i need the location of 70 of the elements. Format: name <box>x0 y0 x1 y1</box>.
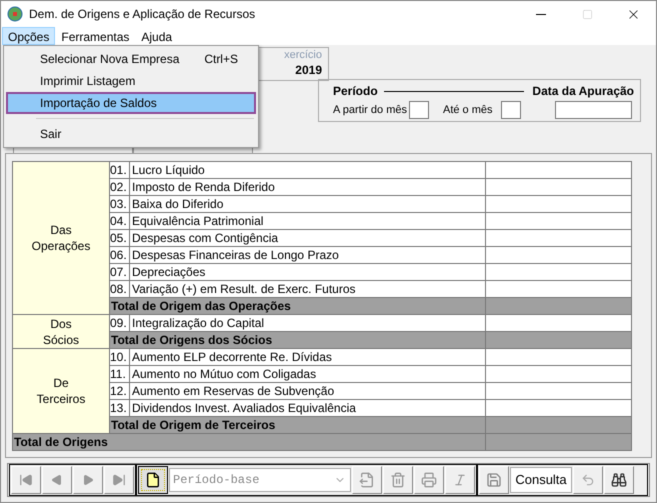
subtotal-label: Total de Origens dos Sócios <box>110 332 486 348</box>
first-icon <box>19 473 33 487</box>
to-month-label: Até o mês <box>442 102 493 118</box>
period-title: Período <box>333 83 378 100</box>
group-label: Dos Sócios <box>42 316 79 348</box>
period-combo[interactable]: Período-base <box>169 468 351 492</box>
italic-icon <box>453 473 467 487</box>
previous-icon <box>51 474 63 486</box>
value-cell[interactable] <box>486 314 632 332</box>
value-cell[interactable] <box>486 366 632 382</box>
menu-item[interactable]: Sair <box>6 123 256 145</box>
row-label: Aumento ELP decorrente Re. Dívidas <box>130 348 486 366</box>
maximize-icon <box>582 8 592 20</box>
menu-item[interactable]: Imprimir Listagem <box>6 70 256 92</box>
row-label: Lucro Líquido <box>130 162 486 178</box>
date-title: Data da Apuração <box>532 83 634 100</box>
value-cell[interactable] <box>486 230 632 246</box>
undo-icon <box>581 473 595 487</box>
value-cell[interactable] <box>486 162 632 178</box>
value-cell[interactable] <box>486 178 632 196</box>
mode-field: Consulta <box>510 467 572 493</box>
document-icon <box>145 472 161 488</box>
row-label: Dividendos Invest. Avaliados Equivalência <box>130 400 486 416</box>
from-month-label: A partir do mês <box>333 102 407 118</box>
value-cell[interactable] <box>486 196 632 212</box>
search-icon <box>611 472 627 488</box>
group-label: De Terceiros <box>36 375 86 407</box>
menu-bar-item[interactable]: Ajuda <box>135 27 178 45</box>
subtotal-label: Total de Origem das Operações <box>110 298 486 314</box>
print-icon <box>421 472 437 488</box>
from-month-field[interactable] <box>408 101 429 119</box>
value-cell[interactable] <box>486 264 632 280</box>
value-cell[interactable] <box>486 348 632 366</box>
menu-item[interactable]: Selecionar Nova Empresa Ctrl+S <box>6 48 256 70</box>
value-cell[interactable] <box>486 400 632 416</box>
value-cell[interactable] <box>486 382 632 400</box>
row-label: Baixa do Diferido <box>130 196 486 212</box>
search-button[interactable] <box>604 466 634 494</box>
row-label: Integralização do Capital <box>130 314 486 332</box>
row-label: Aumento no Mútuo com Coligadas <box>130 366 486 382</box>
to-month-field[interactable] <box>500 101 521 119</box>
value-cell[interactable] <box>486 212 632 230</box>
row-label: Aumento em Reservas de Subvenção <box>130 382 486 400</box>
row-label: Imposto de Renda Diferido <box>130 178 486 196</box>
last-icon <box>112 473 126 487</box>
value-cell[interactable] <box>486 280 632 298</box>
window-title: Dem. de Origens e Aplicação de Recursos <box>29 6 256 23</box>
grand-total-label: Total de Origens <box>12 434 486 450</box>
menu-bar-item[interactable]: Ferramentas <box>55 27 136 45</box>
new-record-button[interactable] <box>138 466 168 494</box>
row-number: 01. <box>110 162 130 178</box>
exercise-label: xercício <box>284 48 322 62</box>
value-cell[interactable] <box>486 246 632 264</box>
trash-icon <box>390 472 406 488</box>
period-placeholder: Período-base <box>172 472 260 489</box>
group-label: Das Operações <box>32 222 90 254</box>
date-field[interactable] <box>555 101 632 119</box>
next-icon <box>82 474 94 486</box>
save-icon <box>486 472 502 488</box>
row-label: Variação (+) em Result. de Exerc. Futuros <box>130 280 486 298</box>
menu-bar-item[interactable]: Opções <box>2 27 56 45</box>
export-icon <box>359 472 375 488</box>
menu-item[interactable]: Importação de Saldos <box>6 92 256 114</box>
exercise-year: 2019 <box>295 62 322 78</box>
app-icon <box>7 6 23 22</box>
row-label: Despesas Financeiras de Longo Prazo <box>130 246 486 264</box>
subtotal-label: Total de Origem de Terceiros <box>110 416 486 434</box>
row-label: Depreciações <box>130 264 486 280</box>
row-label: Despesas com Contigência <box>130 230 486 246</box>
row-label: Equivalência Patrimonial <box>130 212 486 230</box>
